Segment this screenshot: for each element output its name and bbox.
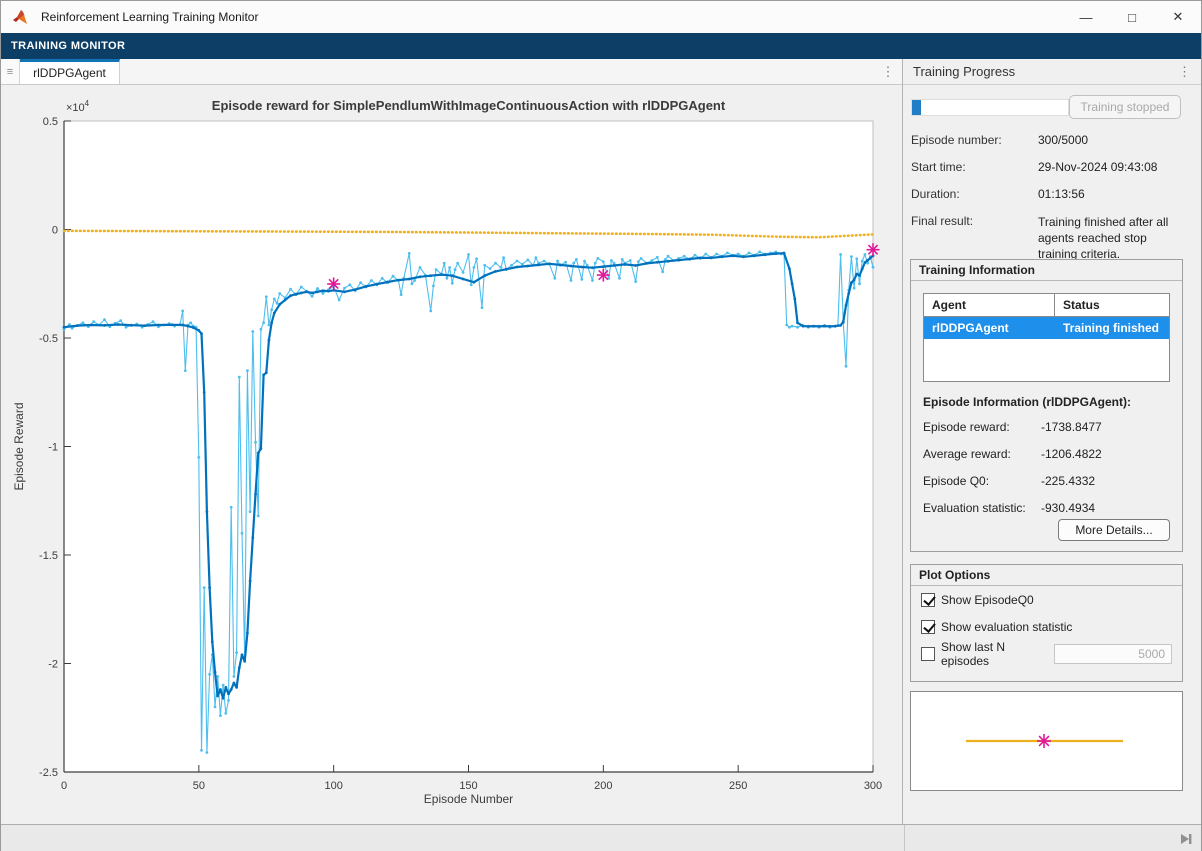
panel-title: Training Progress <box>913 64 1015 79</box>
svg-text:150: 150 <box>459 780 477 792</box>
cell-agent: rlDDPGAgent <box>924 317 1055 339</box>
close-button[interactable]: ✕ <box>1155 1 1201 33</box>
matlab-logo-icon <box>13 9 31 25</box>
svg-text:100: 100 <box>324 780 342 792</box>
duration-value: 01:13:56 <box>1038 187 1181 201</box>
option-row-evaluation: Show evaluation statistic <box>921 613 1172 640</box>
progress-fields: Episode number: 300/5000 Start time: 29-… <box>911 133 1181 263</box>
content-area: ≡ rlDDPGAgent ⋮ 0 50 100 150 200 250 300 0.5 0 -0… <box>1 59 1201 824</box>
svg-text:Episode reward for SimplePendl: Episode reward for SimplePendlumWithImag… <box>212 98 726 113</box>
episode-reward-chart[interactable]: 0 50 100 150 200 250 300 0.5 0 -0.5 -1 -1.5 -2 -2.5 Ep… <box>1 85 904 824</box>
show-evaluation-checkbox[interactable] <box>921 620 935 634</box>
show-episodeq0-label: Show EpisodeQ0 <box>941 593 1034 607</box>
agent-status-table[interactable]: Agent Status rlDDPGAgent Training finish… <box>923 293 1170 382</box>
episode-information-fields: Episode reward: -1738.8477 Average rewar… <box>923 420 1170 515</box>
toolstrip-ribbon: TRAINING MONITOR <box>1 33 1201 59</box>
svg-text:50: 50 <box>193 780 205 792</box>
app-window: Reinforcement Learning Training Monitor … <box>0 0 1202 851</box>
panel-header: Training Progress ⋮ <box>903 59 1201 85</box>
svg-text:Episode Number: Episode Number <box>424 792 513 806</box>
document-menu-icon[interactable]: ≡ <box>1 59 20 84</box>
legend-preview-chart <box>911 692 1170 790</box>
svg-text:0: 0 <box>52 225 58 237</box>
average-reward-label: Average reward: <box>923 447 1041 461</box>
training-progress-panel: Training Progress ⋮ Training stopped Epi… <box>902 59 1201 824</box>
start-time-value: 29-Nov-2024 09:43:08 <box>1038 160 1181 174</box>
svg-text:-2.5: -2.5 <box>39 767 58 779</box>
maximize-button[interactable]: □ <box>1109 1 1155 33</box>
table-empty-area <box>924 339 1169 381</box>
show-last-n-checkbox[interactable] <box>921 647 935 661</box>
main-panel: ≡ rlDDPGAgent ⋮ 0 50 100 150 200 250 300 0.5 0 -0… <box>1 59 902 824</box>
cell-status: Training finished <box>1055 317 1169 339</box>
table-row[interactable]: rlDDPGAgent Training finished <box>924 317 1169 339</box>
skip-to-end-icon[interactable] <box>1179 832 1193 846</box>
evaluation-statistic-label: Evaluation statistic: <box>923 501 1041 515</box>
show-evaluation-label: Show evaluation statistic <box>941 620 1072 634</box>
svg-text:300: 300 <box>864 780 882 792</box>
figure-area: 0 50 100 150 200 250 300 0.5 0 -0.5 -1 -1.5 -2 -2.5 Ep… <box>1 85 904 824</box>
option-row-episodeq0: Show EpisodeQ0 <box>921 586 1172 613</box>
column-agent: Agent <box>924 294 1055 316</box>
svg-text:200: 200 <box>594 780 612 792</box>
svg-text:Episode Reward: Episode Reward <box>12 402 26 490</box>
show-last-n-label: Show last N episodes <box>941 640 1054 668</box>
episode-information-title: Episode Information (rlDDPGAgent): <box>923 395 1170 409</box>
plot-options-section: Plot Options Show EpisodeQ0 Show evaluat… <box>910 564 1183 682</box>
table-header-row: Agent Status <box>924 294 1169 317</box>
training-progress-bar <box>911 99 1069 116</box>
status-bar-divider <box>904 825 905 851</box>
progress-fill <box>912 100 921 115</box>
duration-label: Duration: <box>911 187 1038 201</box>
average-reward-value: -1206.4822 <box>1041 447 1170 461</box>
tab-strip: ≡ rlDDPGAgent ⋮ <box>1 59 902 85</box>
plot-options-title: Plot Options <box>911 565 1182 586</box>
episode-reward-label: Episode reward: <box>923 420 1041 434</box>
ribbon-tab-training-monitor[interactable]: TRAINING MONITOR <box>11 40 125 52</box>
window-title: Reinforcement Learning Training Monitor <box>41 10 258 24</box>
column-status: Status <box>1055 294 1169 316</box>
episode-q0-label: Episode Q0: <box>923 474 1041 488</box>
svg-text:-1: -1 <box>48 442 58 454</box>
training-stopped-button[interactable]: Training stopped <box>1069 95 1181 119</box>
episode-number-value: 300/5000 <box>1038 133 1181 147</box>
svg-text:-2: -2 <box>48 659 58 671</box>
svg-text:-0.5: -0.5 <box>39 333 58 345</box>
episode-number-label: Episode number: <box>911 133 1038 147</box>
window-controls: — □ ✕ <box>1063 1 1201 33</box>
panel-menu-icon[interactable]: ⋮ <box>1178 64 1191 80</box>
svg-text:×104: ×104 <box>66 99 90 114</box>
episode-q0-value: -225.4332 <box>1041 474 1170 488</box>
svg-text:0: 0 <box>61 780 67 792</box>
tab-overflow-menu-icon[interactable]: ⋮ <box>874 59 902 84</box>
option-row-last-n: Show last N episodes <box>921 640 1172 667</box>
svg-text:250: 250 <box>729 780 747 792</box>
title-bar: Reinforcement Learning Training Monitor … <box>1 1 1201 33</box>
start-time-label: Start time: <box>911 160 1038 174</box>
show-episodeq0-checkbox[interactable] <box>921 593 935 607</box>
training-information-title: Training Information <box>911 260 1182 281</box>
final-result-value: Training finished after all agents reach… <box>1038 214 1181 263</box>
panel-body: Training stopped Episode number: 300/500… <box>903 85 1201 263</box>
evaluation-statistic-value: -930.4934 <box>1041 501 1170 515</box>
n-episodes-input[interactable] <box>1054 644 1172 664</box>
episode-reward-value: -1738.8477 <box>1041 420 1170 434</box>
tab-rlddpgagent[interactable]: rlDDPGAgent <box>20 59 120 84</box>
final-result-label: Final result: <box>911 214 1038 263</box>
svg-text:-1.5: -1.5 <box>39 550 58 562</box>
legend-preview-panel <box>910 691 1183 791</box>
status-bar <box>1 824 1201 851</box>
minimize-button[interactable]: — <box>1063 1 1109 33</box>
more-details-button[interactable]: More Details... <box>1058 519 1170 541</box>
training-information-section: Training Information Agent Status rlDDPG… <box>910 259 1183 552</box>
svg-text:0.5: 0.5 <box>43 116 58 128</box>
